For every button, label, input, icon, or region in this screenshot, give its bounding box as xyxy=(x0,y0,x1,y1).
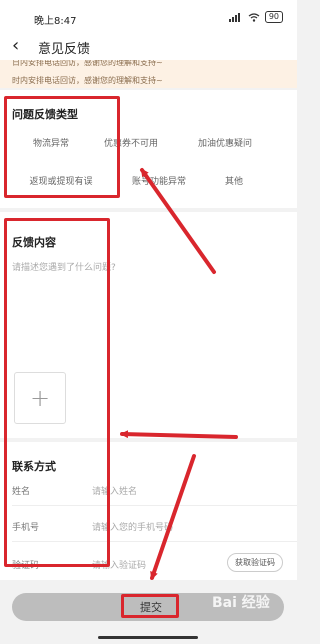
notice-banner: 日内安排电话回访，感谢您的理解和支持~ 时内安排电话回访，感谢您的理解和支持~ xyxy=(0,60,297,88)
notice-line-1: 日内安排电话回访，感谢您的理解和支持~ xyxy=(12,60,163,67)
annotation-box-problem-type xyxy=(4,96,120,198)
back-icon[interactable]: ‹ xyxy=(12,35,19,56)
signal-icon xyxy=(228,12,240,22)
notice-line-2: 时内安排电话回访，感谢您的理解和支持~ xyxy=(12,76,163,85)
status-icons: 90 xyxy=(228,11,283,23)
tag-fuel-discount[interactable]: 加油优惠疑问 xyxy=(186,134,264,154)
status-bar: 晚上8:47 90 xyxy=(0,0,297,34)
annotation-box-submit xyxy=(121,594,179,618)
get-code-button[interactable]: 获取验证码 xyxy=(227,553,283,572)
annotation-box-feedback-contact xyxy=(4,218,110,567)
nav-bar: ‹ 意见反馈 xyxy=(0,34,297,60)
tag-other[interactable]: 其他 xyxy=(216,172,252,192)
battery-icon: 90 xyxy=(264,11,283,23)
home-indicator xyxy=(98,636,198,639)
wifi-icon xyxy=(248,12,260,22)
status-time: 晚上8:47 xyxy=(34,16,77,27)
tag-account[interactable]: 账号功能异常 xyxy=(122,172,196,192)
watermark-text: Bai 经验 xyxy=(212,595,270,611)
page-title: 意见反馈 xyxy=(38,42,91,57)
